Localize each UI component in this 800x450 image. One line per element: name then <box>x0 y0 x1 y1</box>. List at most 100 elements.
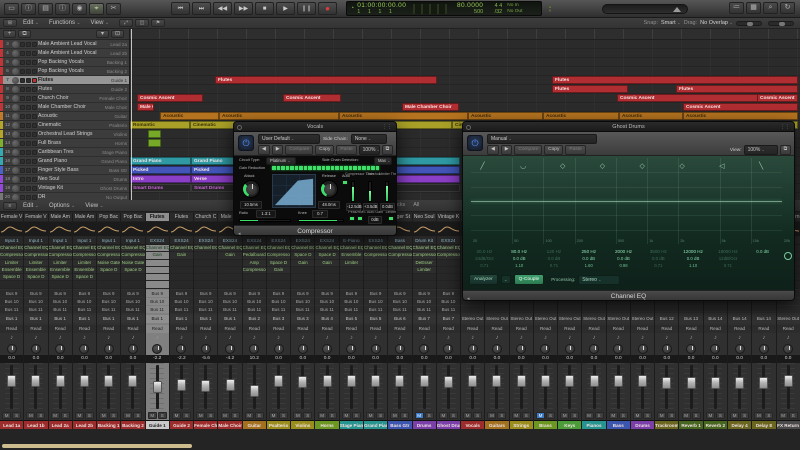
fader-cap[interactable] <box>710 377 720 389</box>
automation-mode[interactable]: Read <box>315 325 339 333</box>
send-slot[interactable]: Bus 9 <box>436 290 461 297</box>
volume-fader[interactable] <box>752 363 776 411</box>
send-slot[interactable]: Bus 11 <box>194 306 218 313</box>
close-icon[interactable] <box>237 124 242 130</box>
fx-slot[interactable]: Space D <box>266 259 291 266</box>
automation-mode[interactable]: Read <box>291 325 315 333</box>
mute-button[interactable] <box>20 41 25 47</box>
fx-slot[interactable] <box>291 274 315 281</box>
fader-cap[interactable] <box>7 375 17 387</box>
fx-slot[interactable]: Gain <box>315 259 339 266</box>
input-slot[interactable]: Input 1 <box>48 237 72 245</box>
record-enable-button[interactable] <box>32 167 37 173</box>
mute-button[interactable]: M <box>535 412 545 419</box>
solo-button[interactable]: S <box>133 412 143 419</box>
mute-button[interactable]: M <box>754 412 764 419</box>
flag-icon[interactable]: ⚑ <box>151 19 166 27</box>
fx-slot[interactable] <box>24 281 48 288</box>
mute-button[interactable] <box>20 122 25 128</box>
band-gain[interactable]: 0.0 dB <box>606 255 641 262</box>
fx-slot[interactable] <box>194 281 218 288</box>
fx-slot[interactable]: Channel EQ <box>97 245 121 252</box>
automation-mode[interactable]: Read <box>266 325 291 333</box>
eq-thumbnail[interactable] <box>412 222 436 237</box>
output-slot[interactable]: Stereo Out <box>582 315 606 323</box>
volume-value[interactable]: 0.0 <box>485 355 509 363</box>
automation-mode[interactable]: Read <box>485 325 509 333</box>
prev-preset-button[interactable]: ◀ <box>487 145 499 155</box>
output-slot[interactable]: Bus 4 <box>315 315 339 323</box>
volume-value[interactable]: 0.0 <box>558 355 582 363</box>
automation-mode[interactable]: Read <box>679 325 703 333</box>
input-slot[interactable]: E-Piano <box>339 237 363 245</box>
fx-slot[interactable] <box>169 281 194 288</box>
output-slot[interactable]: Bus 14 <box>703 315 727 323</box>
region[interactable]: Acoustic <box>339 112 468 120</box>
band-q[interactable]: 0.71 <box>467 262 502 269</box>
scissors-icon[interactable]: ✂ <box>106 2 121 15</box>
fx-slot[interactable] <box>194 266 218 274</box>
fx-slot[interactable]: Channel EQ <box>388 245 412 252</box>
fader-cap[interactable] <box>662 377 672 389</box>
strip-channel-label[interactable]: Strings <box>509 420 533 429</box>
fader-cap[interactable] <box>201 380 211 392</box>
fx-slot[interactable] <box>266 281 291 288</box>
fx-slot[interactable] <box>436 274 461 281</box>
send-slot[interactable]: Bus 9 <box>121 290 145 297</box>
lcd-position[interactable]: 1 1 1 1 <box>357 9 409 15</box>
volume-value[interactable]: 10.2 <box>242 355 266 363</box>
volume-fader[interactable] <box>291 363 315 411</box>
region[interactable] <box>148 139 161 147</box>
send-slot[interactable]: Bus 9 <box>169 290 194 297</box>
volume-fader[interactable] <box>72 363 97 411</box>
fx-slot[interactable]: Amp <box>242 259 266 266</box>
eq-band-icon[interactable]: ◇ <box>640 162 645 170</box>
fx-slot[interactable]: Limiter <box>0 259 24 266</box>
automation-mode[interactable]: Read <box>461 325 485 333</box>
fx-slot[interactable]: Compressor <box>72 252 97 259</box>
pan-knob[interactable] <box>613 344 624 354</box>
info-icon[interactable]: ⓘ <box>21 2 36 15</box>
fx-slot[interactable]: Ensemble <box>0 266 24 274</box>
fx-slot[interactable]: Channel EQ <box>315 245 339 252</box>
track-row[interactable]: 5 Pop Backing Vocals Backing 1 <box>0 58 129 67</box>
send-slot[interactable] <box>485 306 509 313</box>
send-slot[interactable]: Bus 10 <box>218 298 242 305</box>
volume-value[interactable]: -4.2 <box>218 355 242 363</box>
track-row[interactable]: 6 Pop Backing Vocals Backing 2 <box>0 67 129 76</box>
fader-cap[interactable] <box>443 376 453 388</box>
fx-slot[interactable]: Ensemble <box>72 266 97 274</box>
send-slot[interactable]: Bus 11 <box>363 306 388 313</box>
go-to-beginning-button[interactable]: ⏮ <box>171 2 190 15</box>
eq-band-icon[interactable]: ◁ <box>719 162 724 170</box>
record-enable-button[interactable] <box>32 59 37 65</box>
fx-slot[interactable]: Space D <box>121 266 145 274</box>
volume-value[interactable]: 0.0 <box>776 355 800 363</box>
fx-slot[interactable] <box>169 274 194 281</box>
region[interactable]: Intro <box>130 175 191 183</box>
automation-mode[interactable]: Read <box>24 325 48 333</box>
band-gain[interactable]: 0.0 dB <box>537 255 572 262</box>
pan-knob[interactable] <box>322 344 333 354</box>
automation-mode[interactable]: Read <box>339 325 363 333</box>
link-button[interactable]: ⧉ <box>779 145 791 155</box>
release-value[interactable]: 48.0ms <box>318 201 340 209</box>
eq-band-column[interactable]: 3500 Hz 0.0 dB 0.71 <box>641 248 676 272</box>
send-slot[interactable] <box>509 306 533 313</box>
fx-slot[interactable] <box>266 274 291 281</box>
solo-button[interactable] <box>26 50 31 56</box>
output-slot[interactable]: Bus 1 <box>145 315 169 323</box>
eq-display[interactable]: ╱ ◡ ◇ ◇ ◇ ◇ ◁ ╲ 20 50 100 200 500 1k 2k 5k 10k 20k 20.0 H… <box>463 156 794 290</box>
strip-channel-label[interactable]: Guitars <box>485 420 509 429</box>
pan-knob[interactable] <box>30 344 41 354</box>
window-link-icon[interactable]: ⋮⋮ <box>780 124 790 130</box>
fx-slot[interactable]: Noise Gate <box>97 259 121 266</box>
solo-button[interactable] <box>26 158 31 164</box>
list-editors-icon[interactable]: ≔ <box>729 2 744 14</box>
fx-slot[interactable] <box>388 281 412 288</box>
send-slot[interactable]: Bus 11 <box>97 306 121 313</box>
threshold-slider[interactable] <box>351 181 355 202</box>
output-slot[interactable]: Bus 1 <box>194 315 218 323</box>
fx-slot[interactable]: Channel EQ <box>412 245 436 252</box>
strip-channel-label[interactable]: Grand Piano <box>363 420 388 429</box>
